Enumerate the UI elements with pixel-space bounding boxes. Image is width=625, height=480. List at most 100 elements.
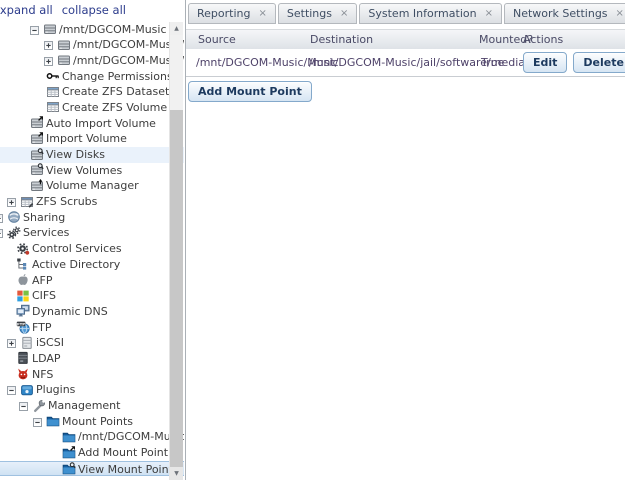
tree-item-add-mount-point[interactable]: Add Mount Point: [0, 445, 184, 461]
tree-item-label: Active Directory: [32, 257, 121, 271]
tree-item-volume-manager[interactable]: Volume Manager: [0, 178, 184, 194]
tab-label: Network Settings: [512, 7, 608, 20]
tree-item-label: Services: [23, 226, 70, 240]
hdd-view-icon: [30, 163, 44, 177]
tree-item-control-services[interactable]: Control Services: [0, 241, 184, 257]
tree-item-plugins[interactable]: Plugins: [0, 382, 184, 398]
folder-icon: [46, 414, 60, 428]
scroll-up-icon[interactable]: ▲: [170, 21, 183, 35]
monitors-icon: [16, 304, 30, 318]
collapse-node-icon[interactable]: [7, 385, 16, 396]
tree-item-mnt-dgcom-music[interactable]: /mnt/DGCOM-Music: [0, 22, 184, 38]
tree-item-label: iSCSI: [36, 336, 64, 350]
delete-button[interactable]: Delete: [573, 52, 625, 73]
tree-item-mnt-dgcom-music-jail[interactable]: /mnt/DGCOM-Music/jail: [0, 37, 184, 53]
column-header-destination[interactable]: Destination: [310, 30, 373, 49]
tab-reporting[interactable]: Reporting ×: [188, 3, 276, 24]
expand-node-icon[interactable]: [0, 228, 3, 239]
expand-node-icon[interactable]: [0, 213, 3, 223]
tree-item-view-disks[interactable]: View Disks: [0, 147, 184, 163]
tree-item-mnt-dgcom-music-music[interactable]: /mnt/DGCOM-Music/Music: [0, 429, 184, 445]
expand-node-icon[interactable]: [7, 197, 16, 208]
wrench-icon: [32, 399, 46, 413]
tree-scrollbar[interactable]: ▲ ▼: [169, 21, 183, 480]
tab-close-icon[interactable]: ×: [485, 8, 493, 19]
collapse-node-icon[interactable]: [33, 417, 42, 427]
tree-toolbar: expand all collapse all: [0, 3, 126, 17]
column-header-source[interactable]: Source: [198, 30, 236, 49]
ftp-icon: FTP: [16, 320, 30, 334]
tree-item-dynamic-dns[interactable]: Dynamic DNS: [0, 304, 184, 320]
folder-view-icon: [62, 462, 76, 475]
expand-node-icon[interactable]: [44, 40, 53, 51]
hdd-icon: [43, 22, 57, 36]
tree-item-label: Add Mount Point: [78, 446, 169, 460]
mounted-cell: True: [481, 56, 505, 69]
collapse-node-icon[interactable]: [19, 401, 28, 411]
tab-network-settings[interactable]: Network Settings ×: [503, 3, 625, 24]
tab-label: Settings: [286, 7, 332, 20]
column-header-actions[interactable]: Actions: [523, 30, 563, 49]
daemon-icon: [16, 367, 30, 381]
tree-item-label: Change Permissions: [62, 69, 173, 83]
tab-system-information[interactable]: System Information ×: [359, 3, 502, 24]
tree-item-label: Dynamic DNS: [32, 304, 108, 318]
tree-item-label: LDAP: [32, 351, 61, 365]
tree-item-view-volumes[interactable]: View Volumes: [0, 163, 184, 179]
tab-label: Reporting: [197, 7, 251, 20]
tab-close-icon[interactable]: ×: [340, 8, 348, 19]
tree-item-label: Sharing: [23, 210, 66, 224]
table-row: /mnt/DGCOM-Music/Music/mnt/DGCOM-Music/j…: [186, 49, 625, 76]
tree-item-cifs[interactable]: CIFS: [0, 288, 184, 304]
tree-item-import-volume[interactable]: Import Volume: [0, 131, 184, 147]
tree-item-label: View Mount Points: [78, 462, 179, 476]
tree-item-label: /mnt/DGCOM-Music/jail: [73, 38, 184, 52]
add-mount-point-button[interactable]: Add Mount Point: [188, 81, 312, 102]
tree-item-active-directory[interactable]: Active Directory: [0, 257, 184, 273]
tree-item-afp[interactable]: AFP: [0, 273, 184, 289]
expand-all-link[interactable]: expand all: [0, 3, 53, 17]
tree-item-services[interactable]: Services: [0, 225, 184, 241]
collapse-node-icon[interactable]: [30, 25, 39, 35]
tree-item-label: NFS: [32, 367, 54, 381]
grid-divider: [186, 76, 625, 77]
collapse-all-link[interactable]: collapse all: [62, 3, 126, 17]
hdd-icon: [57, 38, 71, 52]
tree-item-mount-points[interactable]: Mount Points: [0, 414, 184, 430]
tab-close-icon[interactable]: ×: [258, 8, 266, 19]
navigation-tree: /mnt/DGCOM-Music/mnt/DGCOM-Music/jail/mn…: [0, 22, 184, 477]
scrollbar-thumb[interactable]: [170, 109, 183, 468]
tree-item-iscsi[interactable]: iSCSI: [0, 335, 184, 351]
tree-item-label: Mount Points: [62, 414, 134, 428]
scroll-down-icon[interactable]: ▼: [170, 467, 183, 480]
tree-item-create-zfs-volume[interactable]: Create ZFS Volume: [0, 100, 184, 116]
tree-item-label: Create ZFS Dataset: [62, 85, 170, 99]
tree-item-ldap[interactable]: LDAP: [0, 351, 184, 367]
tab-settings[interactable]: Settings ×: [277, 3, 358, 24]
plugin-icon: [20, 383, 34, 397]
tree-item-label: /mnt/DGCOM-Music: [59, 22, 167, 36]
tree-item-zfs-scrubs[interactable]: ZFS Scrubs: [0, 194, 184, 210]
server-light-icon: [20, 336, 34, 350]
tree-item-create-zfs-dataset[interactable]: Create ZFS Dataset: [0, 84, 184, 100]
adtree-icon: [16, 257, 30, 271]
tree-item-label: Import Volume: [46, 132, 127, 146]
tree-item-sharing[interactable]: Sharing: [0, 210, 184, 226]
tree-item-label: ZFS Scrubs: [36, 195, 98, 209]
expand-node-icon[interactable]: [7, 338, 16, 349]
tree-item-nfs[interactable]: NFS: [0, 367, 184, 383]
hdd-icon: [57, 53, 71, 67]
tree-item-ftp[interactable]: FTP FTP: [0, 320, 184, 336]
tree-item-mnt-dgcom-music-software[interactable]: /mnt/DGCOM-Music/software: [0, 53, 184, 69]
freenas-app: expand all collapse all /mnt/DGCOM-Music…: [0, 0, 625, 480]
tab-close-icon[interactable]: ×: [616, 8, 624, 19]
tab-bar: Reporting × Settings × System Information × Ne…: [188, 2, 625, 24]
tree-item-management[interactable]: Management: [0, 398, 184, 414]
row-actions: Edit Delete: [523, 52, 625, 73]
edit-button[interactable]: Edit: [523, 52, 568, 73]
tree-item-label: Control Services: [32, 242, 122, 256]
tree-item-view-mount-points[interactable]: View Mount Points: [0, 460, 184, 477]
tree-item-auto-import-volume[interactable]: Auto Import Volume: [0, 116, 184, 132]
expand-node-icon[interactable]: [44, 56, 53, 66]
tree-item-change-permissions[interactable]: Change Permissions: [0, 69, 184, 85]
